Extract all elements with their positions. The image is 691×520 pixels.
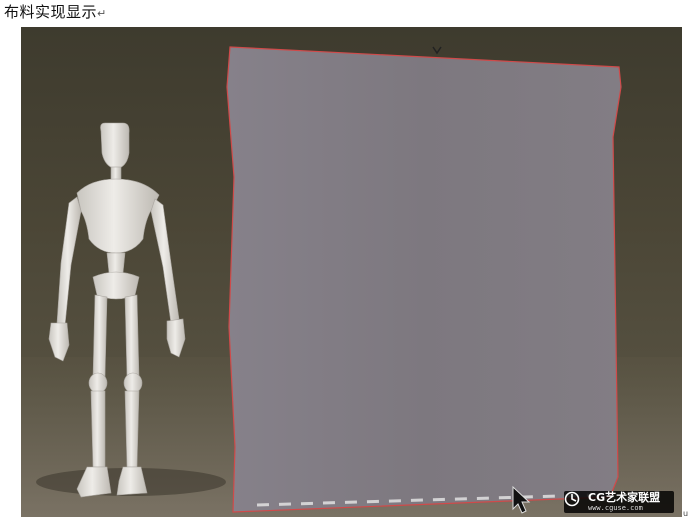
watermark-badge: CG艺术家联盟 www.cguse.com bbox=[564, 491, 674, 513]
cloth-sheet bbox=[226, 46, 622, 513]
heading-text: 布料实现显示 bbox=[4, 3, 98, 21]
scene-graphic bbox=[21, 46, 682, 517]
watermark-url: www.cguse.com bbox=[588, 504, 643, 512]
margin-mark: u bbox=[683, 509, 689, 518]
render-viewport[interactable]: CG艺术家联盟 www.cguse.com bbox=[21, 27, 682, 517]
cg-logo-icon bbox=[564, 491, 580, 507]
document-heading: 布料实现显示↵ bbox=[4, 2, 107, 24]
watermark-title: CG艺术家联盟 bbox=[588, 491, 661, 504]
paragraph-mark: ↵ bbox=[97, 7, 107, 20]
